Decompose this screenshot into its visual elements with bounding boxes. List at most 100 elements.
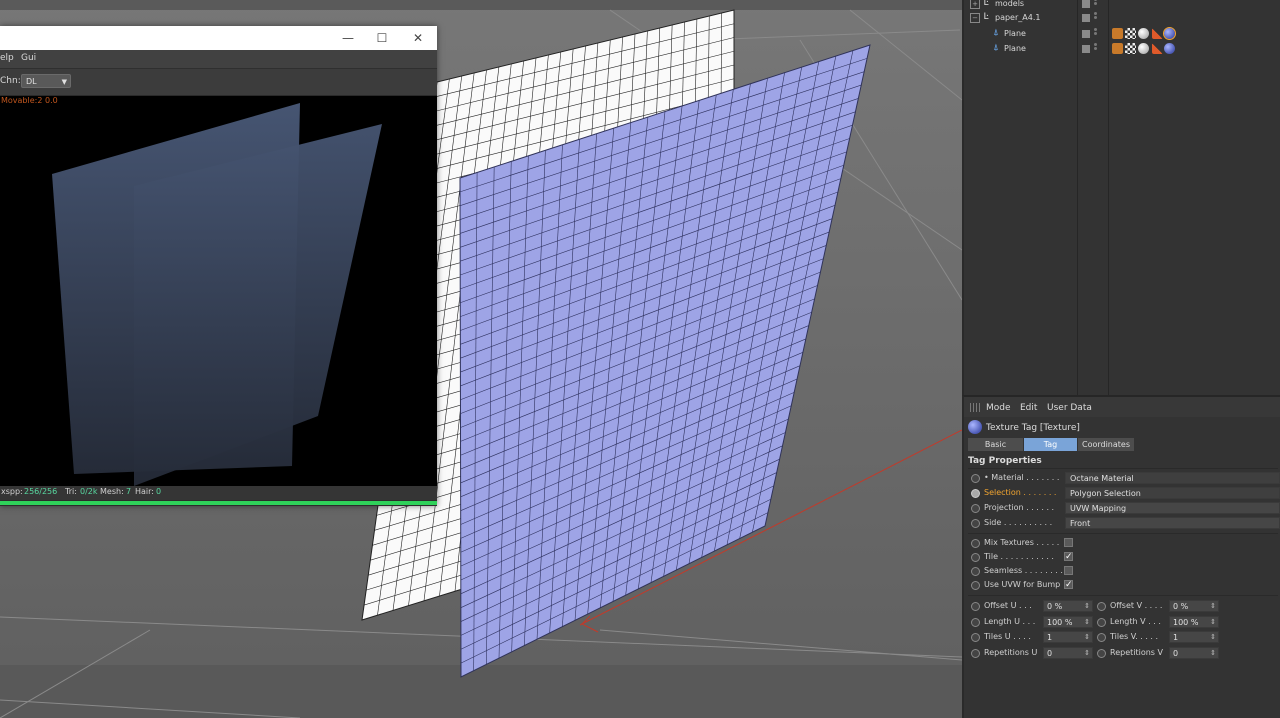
repetitions-v-field[interactable]: 0 ⇕ (1169, 647, 1219, 659)
animate-radio[interactable] (1097, 602, 1106, 611)
num-row-length: Length U . . . 100 % ⇕ Length V . . . 100… (964, 615, 1280, 630)
render-progress-fill (0, 501, 437, 505)
seamless-checkbox[interactable] (1064, 566, 1073, 575)
phong-tag-icon[interactable] (1138, 43, 1149, 54)
spinner-icon[interactable]: ⇕ (1210, 648, 1216, 659)
animate-radio[interactable] (971, 618, 980, 627)
material-tag-icon[interactable] (1164, 43, 1175, 54)
num-row-tiles: Tiles U . . . . 1 ⇕ Tiles V. . . . . 1 ⇕ (964, 630, 1280, 645)
length-u-field[interactable]: 100 % ⇕ (1043, 616, 1093, 628)
render-dots-icon[interactable] (1094, 28, 1097, 39)
offset-v-field[interactable]: 0 % ⇕ (1169, 600, 1219, 612)
prop-tile: Tile . . . . . . . . . . . ✓ (964, 550, 1280, 565)
spp-value: 256/256 (24, 487, 58, 496)
visibility-icon[interactable] (1082, 30, 1090, 38)
material-field[interactable]: Octane Material (1065, 472, 1280, 484)
prop-selection: Selection . . . . . . . Polygon Selectio… (964, 486, 1280, 501)
spinner-icon[interactable]: ⇕ (1084, 617, 1090, 628)
compositing-tag-icon[interactable] (1152, 28, 1163, 39)
visibility-icon[interactable] (1082, 14, 1090, 22)
animate-radio[interactable] (971, 567, 980, 576)
expand-icon[interactable]: + (970, 0, 980, 9)
tile-checkbox[interactable]: ✓ (1064, 552, 1073, 562)
animate-radio[interactable] (1097, 633, 1106, 642)
side-select[interactable]: Front (1065, 517, 1280, 529)
menu-gui[interactable]: Gui (21, 53, 36, 63)
object-row-paper-a4[interactable]: − Ŀ paper_A4.1 (964, 11, 1280, 26)
tiles-u-field[interactable]: 1 ⇕ (1043, 631, 1093, 643)
3d-viewport[interactable]: — ☐ ✕ elp Gui Chn: DL ▼ Movable:2 0.0 xs… (0, 0, 962, 718)
render-dots-icon[interactable] (1094, 43, 1097, 54)
object-row-plane-1[interactable]: ⍋ Plane (964, 27, 1280, 42)
channel-value: DL (26, 77, 37, 86)
spinner-icon[interactable]: ⇕ (1210, 617, 1216, 628)
close-icon[interactable]: ✕ (400, 26, 436, 50)
uv-tag-icon[interactable] (1125, 28, 1136, 39)
grip-icon[interactable] (970, 403, 980, 412)
prop-label: Mix Textures . . . . . (984, 538, 1060, 547)
menu-mode[interactable]: Mode (986, 403, 1011, 413)
render-window-titlebar[interactable]: — ☐ ✕ (0, 26, 437, 50)
rendered-planes (52, 103, 382, 486)
collapse-icon[interactable]: − (970, 13, 980, 23)
length-v-field[interactable]: 100 % ⇕ (1169, 616, 1219, 628)
use-uvw-bump-checkbox[interactable]: ✓ (1064, 580, 1073, 590)
tri-label: Tri: (65, 487, 77, 496)
tab-tag[interactable]: Tag (1024, 438, 1077, 451)
tab-coordinates[interactable]: Coordinates (1078, 438, 1134, 451)
uv-tag-icon[interactable] (1125, 43, 1136, 54)
animate-radio[interactable] (971, 602, 980, 611)
animate-radio[interactable] (971, 489, 980, 498)
offset-u-label: Offset U . . . (984, 601, 1032, 610)
tiles-v-field[interactable]: 1 ⇕ (1169, 631, 1219, 643)
projection-select[interactable]: UVW Mapping (1065, 502, 1280, 514)
animate-radio[interactable] (971, 504, 980, 513)
prop-label: Use UVW for Bump (984, 580, 1061, 589)
animate-radio[interactable] (971, 553, 980, 562)
menu-user-data[interactable]: User Data (1047, 403, 1092, 413)
attribute-manager[interactable]: Mode Edit User Data Texture Tag [Texture… (962, 395, 1280, 718)
render-canvas[interactable]: Movable:2 0.0 (0, 96, 437, 486)
mix-textures-checkbox[interactable] (1064, 538, 1073, 547)
repetitions-u-field[interactable]: 0 ⇕ (1043, 647, 1093, 659)
animate-radio[interactable] (971, 519, 980, 528)
render-dots-icon[interactable] (1094, 12, 1097, 23)
animate-radio[interactable] (971, 633, 980, 642)
animate-radio[interactable] (971, 581, 980, 590)
tab-basic[interactable]: Basic (968, 438, 1023, 451)
spinner-icon[interactable]: ⇕ (1084, 632, 1090, 643)
phong-tag-icon[interactable] (1138, 28, 1149, 39)
menu-help[interactable]: elp (0, 53, 14, 63)
visibility-icon[interactable] (1082, 45, 1090, 53)
material-tag-icon[interactable] (1163, 27, 1176, 40)
tri-value: 0/2k (80, 487, 98, 496)
object-row-plane-2[interactable]: ⍋ Plane (964, 42, 1280, 57)
mesh-label: Mesh: (100, 487, 124, 496)
visibility-icon[interactable] (1082, 0, 1090, 8)
animate-radio[interactable] (1097, 618, 1106, 627)
prop-seamless: Seamless . . . . . . . . (964, 564, 1280, 579)
menu-edit[interactable]: Edit (1020, 403, 1037, 413)
offset-u-field[interactable]: 0 % ⇕ (1043, 600, 1093, 612)
prop-projection: Projection . . . . . . UVW Mapping (964, 501, 1280, 516)
animate-radio[interactable] (971, 649, 980, 658)
animate-radio[interactable] (1097, 649, 1106, 658)
spinner-icon[interactable]: ⇕ (1084, 648, 1090, 659)
animate-radio[interactable] (971, 474, 980, 483)
spinner-icon[interactable]: ⇕ (1084, 601, 1090, 612)
object-manager[interactable]: + Ŀ models − Ŀ paper_A4.1 ⍋ Plane ⍋ Plan… (962, 0, 1280, 395)
spinner-icon[interactable]: ⇕ (1210, 601, 1216, 612)
maximize-icon[interactable]: ☐ (364, 26, 400, 50)
animate-radio[interactable] (971, 539, 980, 548)
render-dots-icon[interactable] (1094, 0, 1097, 9)
null-object-icon: Ŀ (983, 12, 989, 22)
spinner-icon[interactable]: ⇕ (1210, 632, 1216, 643)
octane-render-window[interactable]: — ☐ ✕ elp Gui Chn: DL ▼ Movable:2 0.0 xs… (0, 26, 437, 506)
hair-label: Hair: (135, 487, 154, 496)
compositing-tag-icon[interactable] (1152, 43, 1163, 54)
channel-select[interactable]: DL ▼ (21, 74, 71, 88)
selection-field[interactable]: Polygon Selection (1065, 487, 1280, 499)
selection-tag-icon[interactable] (1112, 28, 1123, 39)
minimize-icon[interactable]: — (330, 26, 366, 50)
selection-tag-icon[interactable] (1112, 43, 1123, 54)
